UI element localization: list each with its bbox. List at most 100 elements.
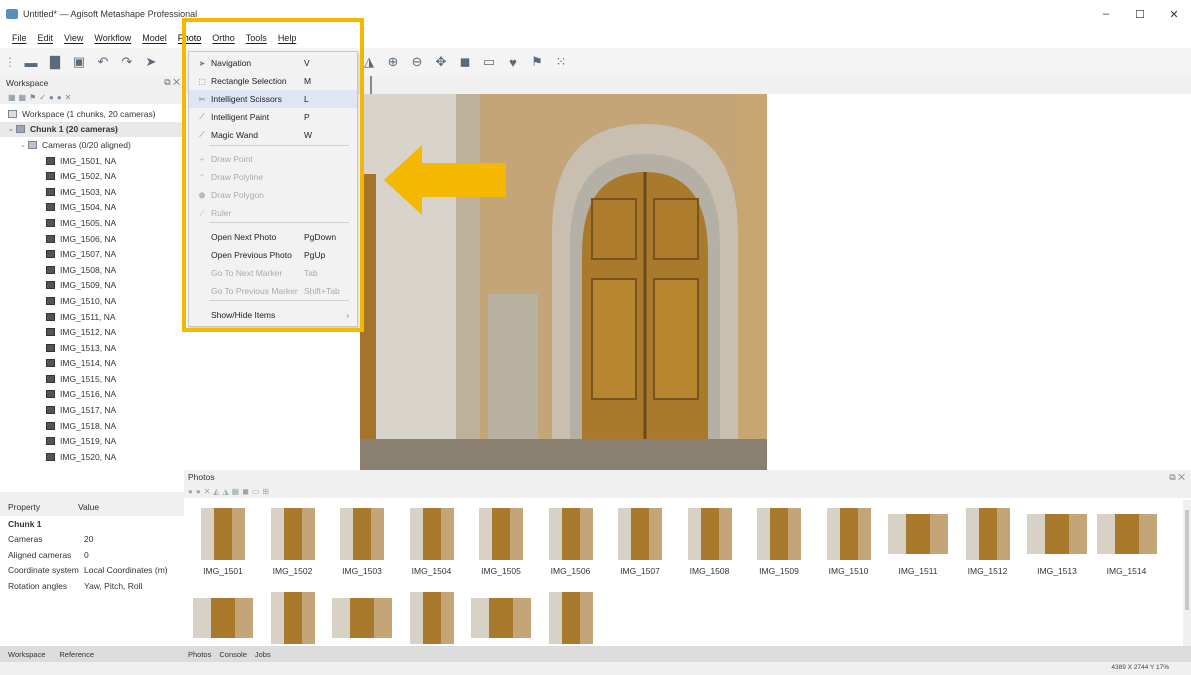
photos-scrollbar[interactable]	[1183, 500, 1191, 646]
photo-thumbnail[interactable]: IMG_1504	[401, 508, 463, 576]
camera-item[interactable]: IMG_1514, NA	[0, 356, 184, 372]
photo-thumbnail[interactable]: IMG_1508	[679, 508, 741, 576]
tab-console[interactable]: Console	[219, 650, 247, 659]
panel-float-close-icon[interactable]: ⧉ ✕	[164, 77, 180, 88]
menu-item-draw-point[interactable]: + Draw Point	[189, 150, 357, 168]
shape-dropdown-icon[interactable]: ▭	[480, 53, 498, 71]
workspace-root[interactable]: Workspace (1 chunks, 20 cameras)	[0, 106, 184, 122]
photo-thumbnail[interactable]: IMG_1510	[818, 508, 880, 576]
menu-item-open-previous-photo[interactable]: Open Previous Photo PgUp	[189, 246, 357, 264]
thumbnail-label: IMG_1505	[481, 566, 521, 576]
camera-item[interactable]: IMG_1505, NA	[0, 215, 184, 231]
photo-thumbnail[interactable]	[331, 592, 393, 638]
camera-item[interactable]: IMG_1501, NA	[0, 153, 184, 169]
menu-edit[interactable]: Edit	[38, 33, 54, 43]
collapse-arrow-icon[interactable]: ⌄	[20, 141, 28, 149]
menu-item-rectangle-selection[interactable]: ⬚ Rectangle Selection M	[189, 72, 357, 90]
camera-item[interactable]: IMG_1511, NA	[0, 309, 184, 325]
zoom-out-icon[interactable]: ⊖	[408, 53, 426, 71]
tab-jobs[interactable]: Jobs	[255, 650, 271, 659]
scrollbar-thumb[interactable]	[1185, 510, 1189, 610]
tab-photos[interactable]: Photos	[188, 650, 211, 659]
menu-file[interactable]: File	[12, 33, 27, 43]
camera-item[interactable]: IMG_1517, NA	[0, 402, 184, 418]
photo-thumbnail[interactable]: IMG_1512	[957, 508, 1019, 576]
mask-icon[interactable]: ◼	[456, 53, 474, 71]
menu-ortho[interactable]: Ortho	[212, 33, 235, 43]
menu-item-open-next-photo[interactable]: Open Next Photo PgDown	[189, 228, 357, 246]
menu-view[interactable]: View	[64, 33, 83, 43]
photo-thumbnail[interactable]	[401, 592, 463, 644]
new-project-icon[interactable]: ▬	[22, 53, 40, 71]
camera-item[interactable]: IMG_1518, NA	[0, 418, 184, 434]
menu-item-draw-polygon[interactable]: ⬟ Draw Polygon	[189, 186, 357, 204]
workspace-tool-icons[interactable]: ▦▦⚑✓●●✕	[8, 93, 74, 102]
close-button[interactable]: ✕	[1157, 0, 1191, 28]
menu-item-draw-polyline[interactable]: ⌃ Draw Polyline	[189, 168, 357, 186]
photo-thumbnail[interactable]	[192, 592, 254, 638]
camera-label: IMG_1519, NA	[60, 436, 117, 447]
undo-icon[interactable]: ↶	[94, 53, 112, 71]
camera-item[interactable]: IMG_1506, NA	[0, 231, 184, 247]
menu-tools[interactable]: Tools	[246, 33, 267, 43]
photo-thumbnail[interactable]: IMG_1506	[540, 508, 602, 576]
open-folder-icon[interactable]: ▇	[46, 53, 64, 71]
photo-thumbnail[interactable]: IMG_1503	[331, 508, 393, 576]
move-icon[interactable]: ✥	[432, 53, 450, 71]
redo-icon[interactable]: ↷	[118, 53, 136, 71]
zoom-in-icon[interactable]: ⊕	[384, 53, 402, 71]
camera-item[interactable]: IMG_1513, NA	[0, 340, 184, 356]
menu-item-go-to-previous-marker[interactable]: Go To Previous Marker Shift+Tab	[189, 282, 357, 300]
flag-icon[interactable]: ⚑	[528, 53, 546, 71]
menu-item-ruler[interactable]: ⁄ Ruler	[189, 204, 357, 222]
menu-model[interactable]: Model	[142, 33, 167, 43]
camera-item[interactable]: IMG_1507, NA	[0, 246, 184, 262]
collapse-arrow-icon[interactable]: ⌄	[8, 125, 16, 133]
menu-item-magic-wand[interactable]: ⟋ Magic Wand W	[189, 126, 357, 144]
camera-item[interactable]: IMG_1512, NA	[0, 324, 184, 340]
photo-thumbnail[interactable]	[540, 592, 602, 644]
photo-thumbnail[interactable]: IMG_1507	[609, 508, 671, 576]
camera-item[interactable]: IMG_1508, NA	[0, 262, 184, 278]
menu-item-show-hide-items[interactable]: Show/Hide Items ›	[189, 306, 357, 324]
menu-item-go-to-next-marker[interactable]: Go To Next Marker Tab	[189, 264, 357, 282]
menu-item-intelligent-paint[interactable]: ⟋ Intelligent Paint P	[189, 108, 357, 126]
menu-workflow[interactable]: Workflow	[94, 33, 131, 43]
menu-item-intelligent-scissors[interactable]: ✂ Intelligent Scissors L	[189, 90, 357, 108]
photos-tool-icons[interactable]: ●●✕◭◮▦◼▭⊞	[188, 487, 272, 496]
menu-item-navigation[interactable]: ➤ Navigation V	[189, 54, 357, 72]
photo-thumbnail[interactable]: IMG_1505	[470, 508, 532, 576]
camera-item[interactable]: IMG_1519, NA	[0, 433, 184, 449]
tab-reference[interactable]: Reference	[59, 650, 94, 659]
rotate-right-icon[interactable]: ◮	[360, 53, 378, 71]
photo-thumbnail[interactable]: IMG_1502	[262, 508, 324, 576]
panel-float-icon[interactable]: ⧉ ✕	[1169, 472, 1185, 483]
chunk-item[interactable]: ⌄ Chunk 1 (20 cameras)	[0, 121, 184, 138]
camera-item[interactable]: IMG_1520, NA	[0, 449, 184, 465]
photo-thumbnail[interactable]	[262, 592, 324, 644]
photo-thumbnail[interactable]: IMG_1513	[1026, 508, 1088, 576]
menu-help[interactable]: Help	[278, 33, 297, 43]
menu-photo[interactable]: Photo	[178, 33, 202, 43]
heart-icon[interactable]: ♥	[504, 53, 522, 71]
photo-thumbnail[interactable]: IMG_1514	[1096, 508, 1158, 576]
photo-thumbnail[interactable]: IMG_1511	[887, 508, 949, 576]
tab-workspace[interactable]: Workspace	[8, 650, 45, 659]
camera-item[interactable]: IMG_1516, NA	[0, 387, 184, 403]
camera-item[interactable]: IMG_1515, NA	[0, 371, 184, 387]
cameras-group[interactable]: ⌄ Cameras (0/20 aligned)	[0, 137, 184, 153]
navigation-icon[interactable]: ➤	[142, 53, 160, 71]
status-bar: 4389 X 2744 Y 17%	[0, 662, 1191, 675]
maximize-button[interactable]: ☐	[1123, 0, 1157, 28]
minimize-button[interactable]: –	[1089, 0, 1123, 28]
camera-item[interactable]: IMG_1510, NA	[0, 293, 184, 309]
photo-thumbnail[interactable]: IMG_1509	[748, 508, 810, 576]
save-icon[interactable]: ▣	[70, 53, 88, 71]
points-icon[interactable]: ⁙	[552, 53, 570, 71]
camera-item[interactable]: IMG_1504, NA	[0, 200, 184, 216]
camera-item[interactable]: IMG_1503, NA	[0, 184, 184, 200]
photo-thumbnail[interactable]: IMG_1501	[192, 508, 254, 576]
camera-item[interactable]: IMG_1509, NA	[0, 278, 184, 294]
camera-item[interactable]: IMG_1502, NA	[0, 168, 184, 184]
photo-thumbnail[interactable]	[470, 592, 532, 638]
